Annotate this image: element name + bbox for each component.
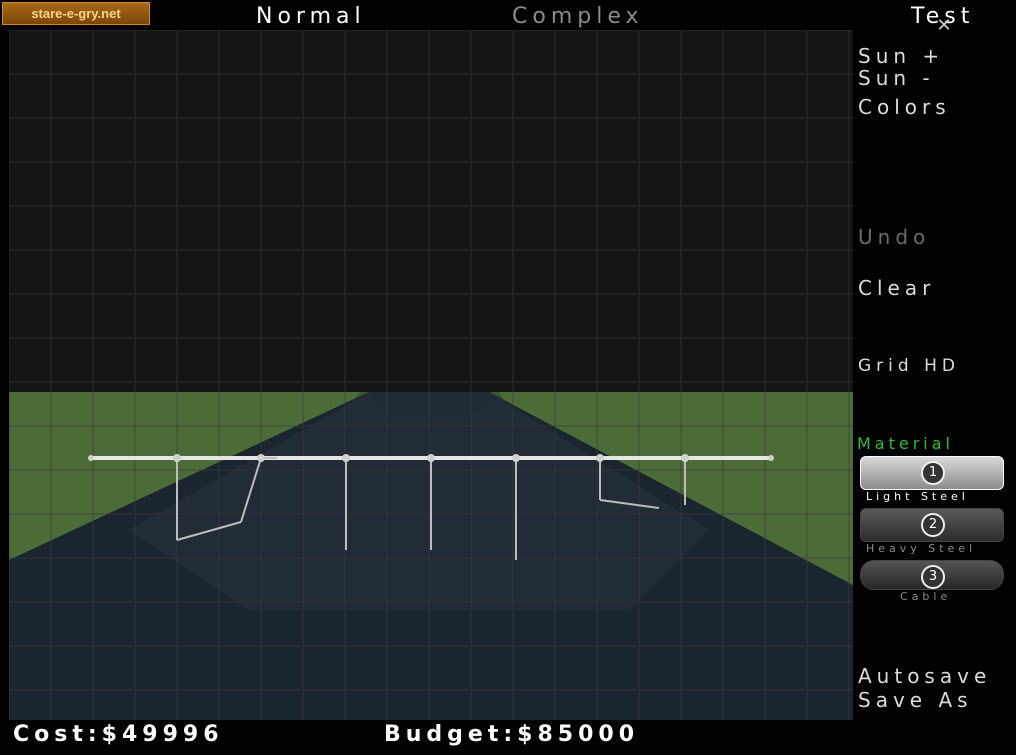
bridge-node	[512, 454, 520, 462]
anchor-node	[768, 455, 774, 461]
mode-normal-button[interactable]: Normal	[256, 4, 366, 29]
anchor-node	[88, 455, 94, 461]
material-number: 1	[921, 461, 945, 485]
sun-plus-button[interactable]: Sun +	[858, 44, 944, 68]
save-as-button[interactable]: Save As	[858, 688, 973, 712]
mode-complex-button[interactable]: Complex	[512, 4, 644, 29]
bridge-node	[427, 454, 435, 462]
material-light-steel-label: Light Steel	[866, 490, 969, 503]
budget-readout: Budget:$85000	[384, 722, 640, 747]
bridge-viewport[interactable]	[9, 30, 853, 720]
grid-hd-button[interactable]: Grid HD	[858, 356, 960, 376]
cost-readout: Cost:$49996	[13, 722, 224, 747]
material-heavy-steel-button[interactable]: 2	[860, 508, 1004, 542]
material-cable-label: Cable	[900, 590, 952, 603]
material-title: Material	[857, 434, 954, 453]
scene-svg	[9, 30, 853, 720]
autosave-button[interactable]: Autosave	[858, 664, 991, 688]
site-logo: stare-e-gry.net	[2, 2, 150, 25]
bridge-node	[596, 454, 604, 462]
material-light-steel-button[interactable]: 1	[860, 456, 1004, 490]
bridge-node	[173, 454, 181, 462]
top-bar	[0, 0, 1016, 30]
material-cable-button[interactable]: 3	[860, 560, 1004, 590]
bridge-node	[257, 454, 265, 462]
sun-minus-button[interactable]: Sun -	[858, 66, 935, 90]
bridge-node	[681, 454, 689, 462]
colors-button[interactable]: Colors	[858, 95, 951, 119]
bridge-node	[342, 454, 350, 462]
material-heavy-steel-label: Heavy Steel	[866, 542, 977, 555]
material-number: 2	[921, 513, 945, 537]
material-number: 3	[921, 565, 945, 589]
clear-button[interactable]: Clear	[858, 276, 935, 300]
undo-button[interactable]: Undo	[858, 225, 930, 249]
